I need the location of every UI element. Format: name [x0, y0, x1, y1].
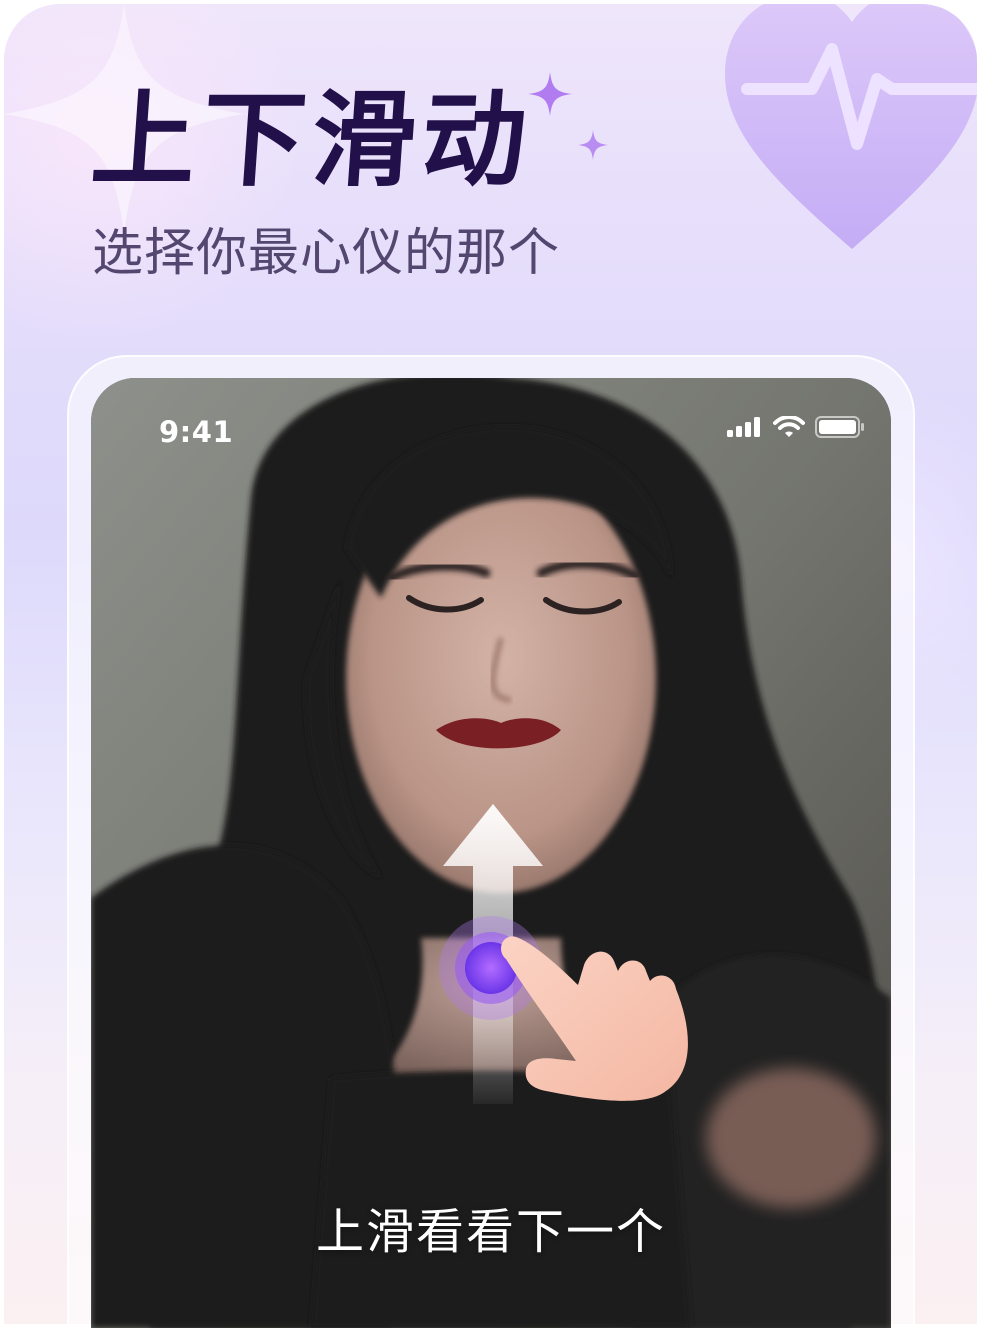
- sparkle-icon: [578, 130, 608, 160]
- pointing-hand-icon: [501, 936, 688, 1101]
- page-title: 上下滑动: [87, 79, 537, 201]
- heart-pulse-icon: [725, 4, 977, 249]
- page-subtitle: 选择你最心仪的那个: [92, 224, 561, 283]
- status-time: 9:41: [159, 415, 234, 449]
- phone-screen[interactable]: 9:41 上滑看看下一个: [91, 378, 891, 1328]
- battery-icon: [815, 416, 864, 438]
- wifi-icon: [773, 416, 805, 437]
- swipe-hint-caption: 上滑看看下一个: [315, 1204, 666, 1260]
- cellular-signal-icon: [727, 417, 760, 437]
- status-icons: [727, 416, 865, 438]
